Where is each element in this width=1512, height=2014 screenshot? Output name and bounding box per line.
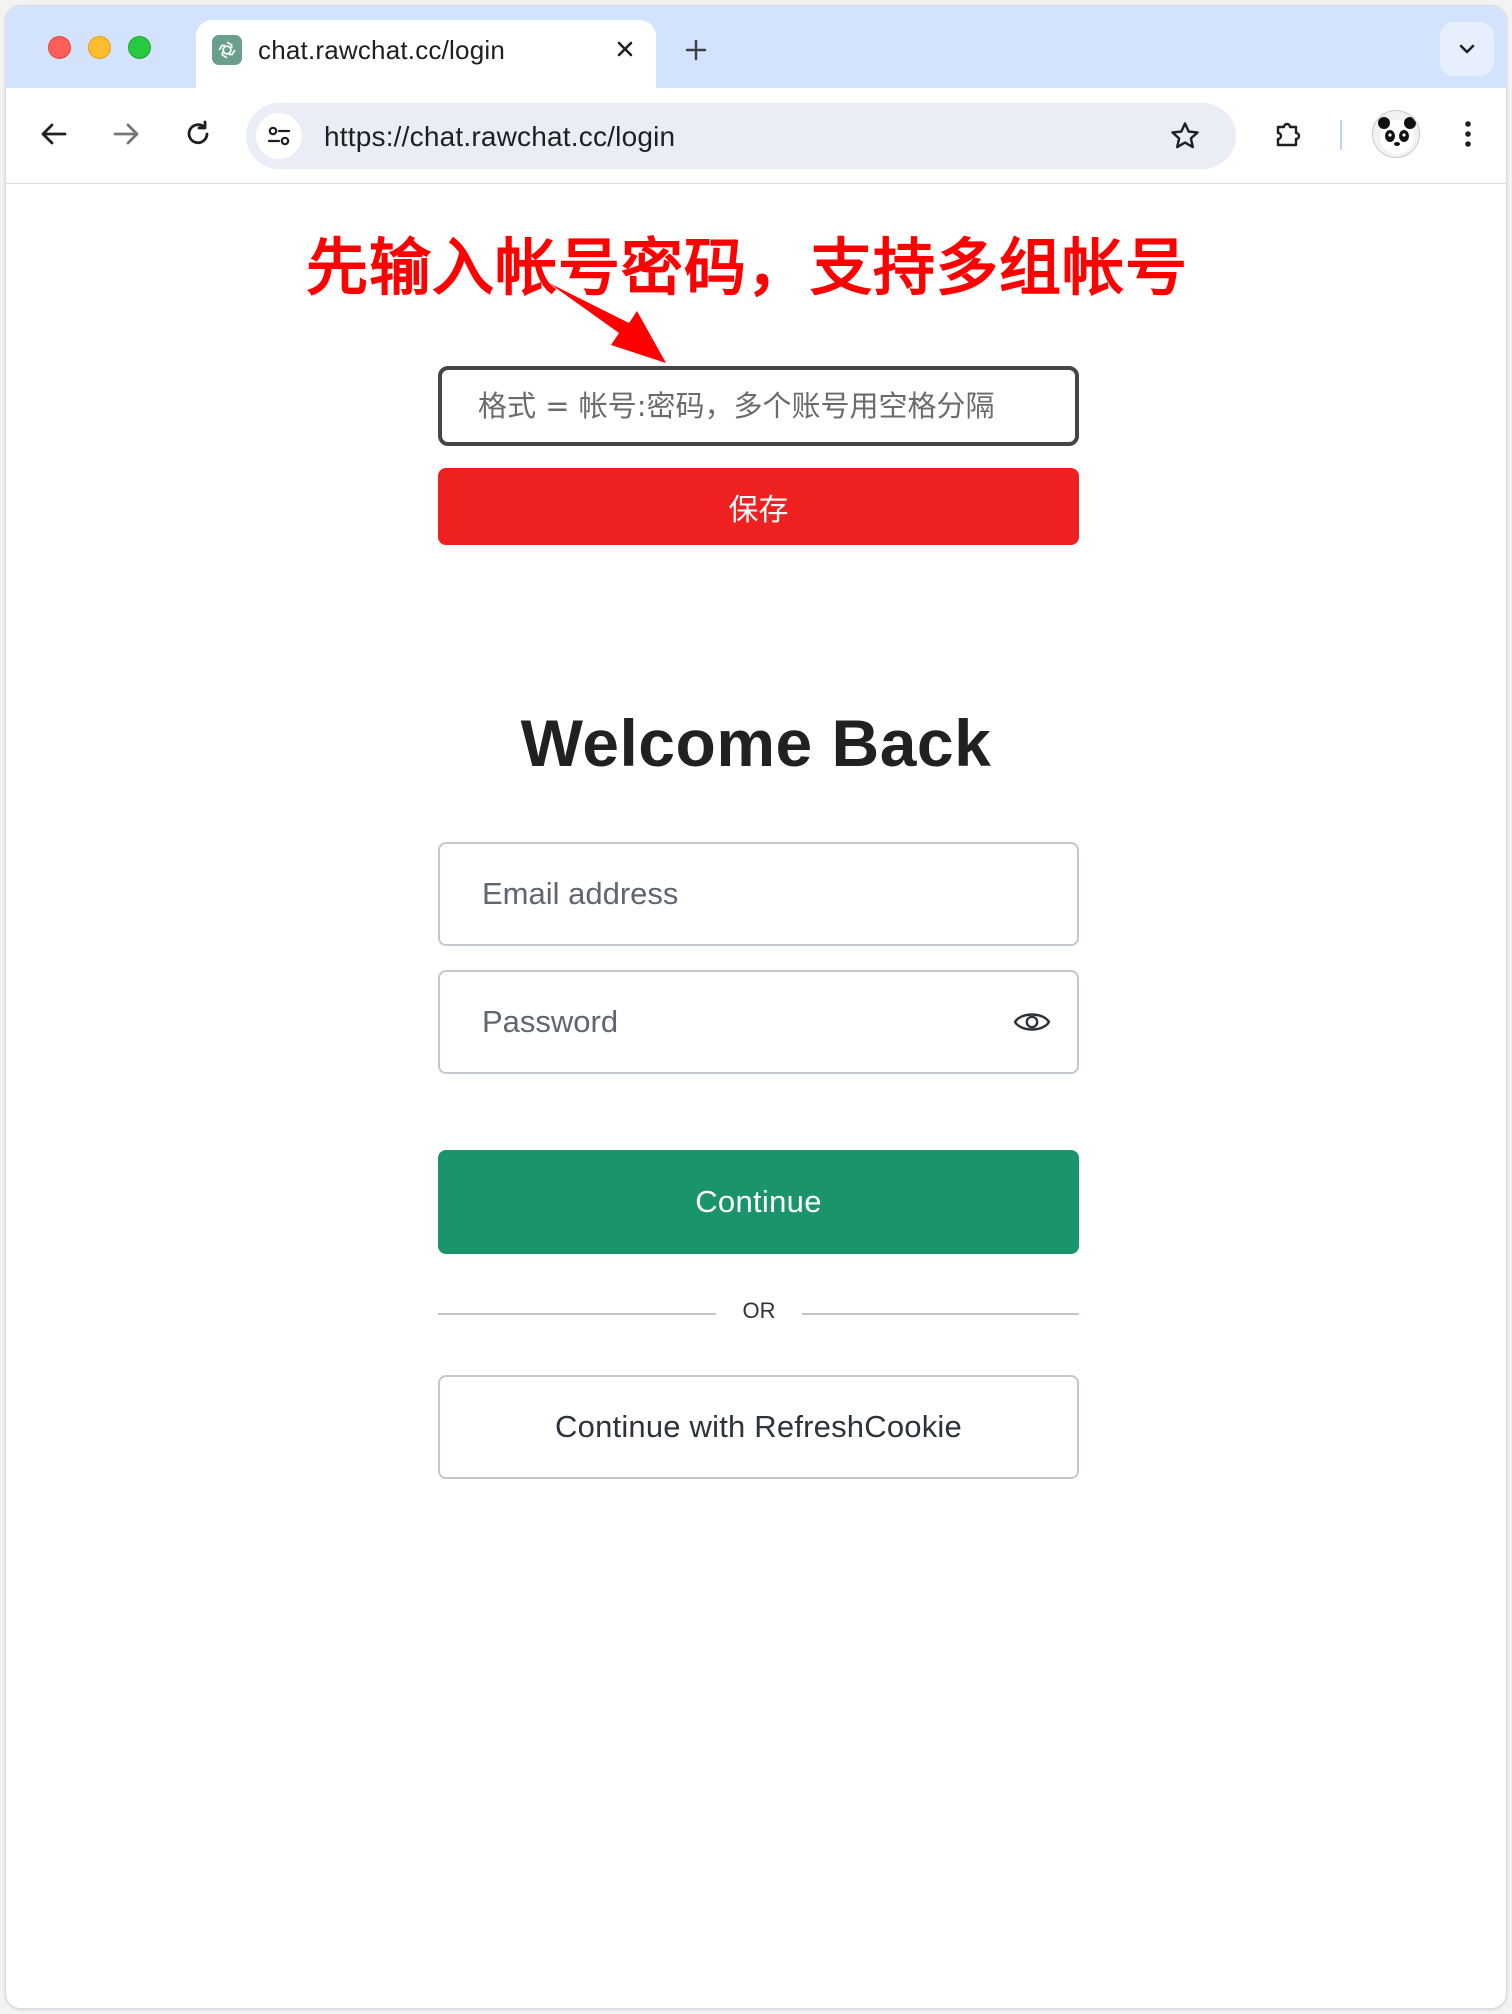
chevron-down-icon[interactable] <box>1440 22 1494 76</box>
tune-icon[interactable] <box>256 113 302 159</box>
puzzle-icon[interactable] <box>1266 112 1310 156</box>
window-close-button[interactable] <box>48 36 71 59</box>
openai-logo-icon <box>212 35 242 65</box>
page-title: Welcome Back <box>520 706 992 780</box>
tab-title: chat.rawchat.cc/login <box>258 35 505 65</box>
toolbar-divider <box>1340 120 1342 150</box>
email-field[interactable] <box>438 842 1079 946</box>
close-icon[interactable] <box>608 32 642 66</box>
annotation-arrow-icon <box>549 283 666 363</box>
continue-with-refresh-cookie-button[interactable]: Continue with RefreshCookie <box>438 1375 1079 1479</box>
browser-tab-active[interactable]: chat.rawchat.cc/login <box>196 20 656 88</box>
plus-icon[interactable] <box>678 32 714 68</box>
save-button[interactable]: 保存 <box>438 468 1079 545</box>
password-field[interactable] <box>438 970 1079 1074</box>
divider-line <box>802 1313 1079 1315</box>
panda-avatar[interactable] <box>1372 110 1420 158</box>
eye-icon[interactable] <box>1012 1005 1052 1039</box>
browser-toolbar: https://chat.rawchat.cc/login <box>6 88 1506 184</box>
divider-line <box>438 1313 716 1315</box>
page-content: 先输入帐号密码，支持多组帐号 保存 Welcome Back Continue … <box>6 185 1506 2008</box>
address-bar[interactable]: https://chat.rawchat.cc/login <box>246 103 1236 169</box>
star-icon[interactable] <box>1164 115 1206 157</box>
three-dots-vertical-icon[interactable] <box>1446 112 1490 156</box>
browser-window: chat.rawchat.cc/login https://chat.rawch… <box>5 5 1507 2009</box>
continue-button[interactable]: Continue <box>438 1150 1079 1254</box>
arrow-right-icon[interactable] <box>104 112 148 156</box>
window-maximize-button[interactable] <box>128 36 151 59</box>
reload-icon[interactable] <box>176 112 220 156</box>
account-credentials-input[interactable] <box>438 366 1079 446</box>
url-text[interactable]: https://chat.rawchat.cc/login <box>324 121 675 153</box>
window-minimize-button[interactable] <box>88 36 111 59</box>
tab-strip: chat.rawchat.cc/login <box>6 6 1506 88</box>
divider-text: OR <box>742 1298 776 1323</box>
arrow-left-icon[interactable] <box>32 112 76 156</box>
annotation-text: 先输入帐号密码，支持多组帐号 <box>306 231 1189 304</box>
